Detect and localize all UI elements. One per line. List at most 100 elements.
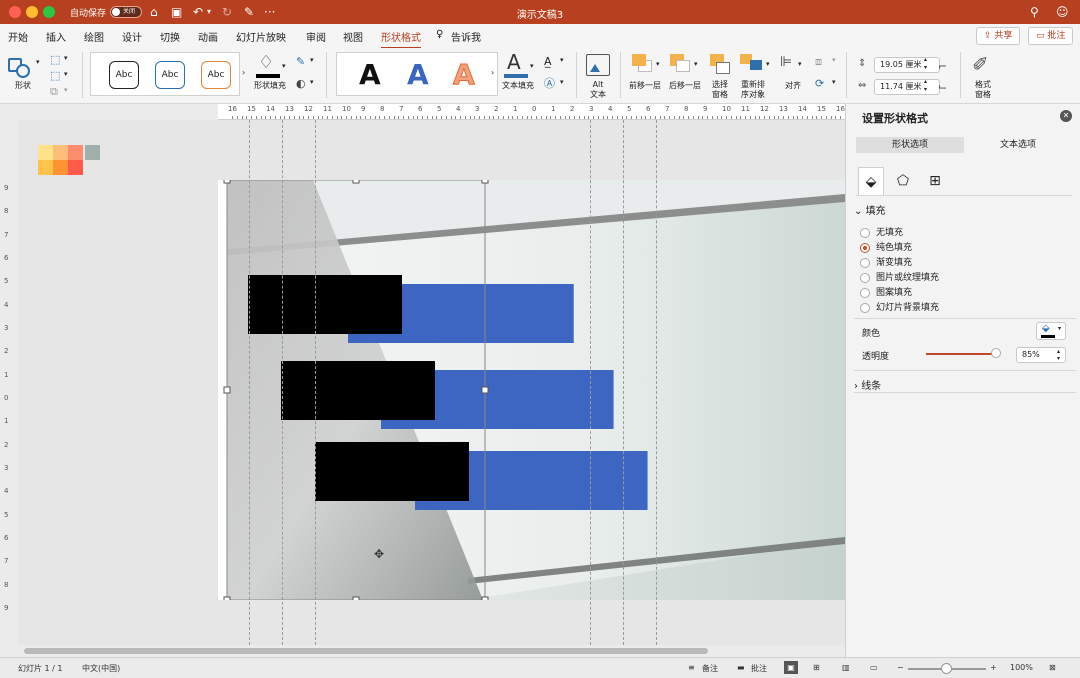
radio-button[interactable] <box>860 302 870 313</box>
selection-pane-icon[interactable] <box>710 54 732 74</box>
tab-slideshow[interactable]: 幻灯片放映 <box>236 29 286 44</box>
merge-shapes-icon[interactable]: ⧉ <box>50 86 58 98</box>
shape-effects-icon[interactable]: ◐ <box>296 78 306 90</box>
slide-sorter-icon[interactable]: ⊞ <box>813 663 820 672</box>
radio-button[interactable] <box>860 272 870 283</box>
slideshow-view-icon[interactable]: ▭ <box>870 663 878 672</box>
text-box-icon[interactable]: ⬚ <box>50 70 60 82</box>
share-button[interactable]: ⇪ 共享 <box>976 27 1021 45</box>
tab-shape-format[interactable]: 形状格式 <box>381 29 421 49</box>
outline-dropdown-icon[interactable]: ▾ <box>310 56 314 64</box>
wordart-style-1[interactable]: A <box>359 59 381 91</box>
text-effects-icon[interactable]: Ⓐ <box>544 78 555 90</box>
tab-text-options[interactable]: 文本选项 <box>964 137 1072 153</box>
black-block-2[interactable] <box>281 361 435 420</box>
tab-draw[interactable]: 绘图 <box>84 29 104 44</box>
width-stepper[interactable]: ▴ ▾ <box>924 78 927 94</box>
shape-style-1[interactable]: Abc <box>109 61 139 89</box>
format-pane-icon[interactable]: ✐ <box>972 52 989 76</box>
send-backward-dropdown-icon[interactable]: ▾ <box>694 60 698 68</box>
fill-option-6[interactable]: 幻灯片背景填充 <box>860 300 939 313</box>
horizontal-scrollbar[interactable] <box>18 645 845 657</box>
black-block-3[interactable] <box>315 442 469 501</box>
language-indicator[interactable]: 中文(中国) <box>82 663 120 674</box>
tab-animations[interactable]: 动画 <box>198 29 218 44</box>
tab-tell-me[interactable]: 告诉我 <box>451 29 481 44</box>
resize-handle-s[interactable] <box>352 596 360 600</box>
radio-button[interactable] <box>860 257 870 268</box>
normal-view-icon[interactable]: ▣ <box>784 661 798 674</box>
shape-fill-dropdown-icon[interactable]: ▾ <box>282 62 286 70</box>
fill-option-3[interactable]: 渐变填充 <box>860 255 912 268</box>
scrollbar-thumb[interactable] <box>24 648 708 654</box>
shape-style-2[interactable]: Abc <box>155 61 185 89</box>
effects-dropdown-icon[interactable]: ▾ <box>310 78 314 86</box>
wordart-style-2[interactable]: A <box>407 59 429 91</box>
transparency-slider[interactable] <box>926 353 996 355</box>
merge-dropdown-icon[interactable]: ▾ <box>64 86 68 94</box>
text-outline-icon[interactable]: A̲ <box>544 56 552 68</box>
tab-shape-options[interactable]: 形状选项 <box>856 137 964 153</box>
comments-icon[interactable]: ▬ <box>737 663 745 672</box>
resize-handle-se[interactable] <box>481 596 489 600</box>
zoom-in-icon[interactable]: + <box>990 663 997 672</box>
account-icon[interactable]: ☺ <box>1056 4 1069 20</box>
line-section-header[interactable]: › 线条 <box>854 377 881 392</box>
resize-handle-sw[interactable] <box>223 596 231 600</box>
fill-section-header[interactable]: ⌄ 填充 <box>854 202 886 217</box>
text-effects-dropdown-icon[interactable]: ▾ <box>560 78 564 86</box>
shape-style-3[interactable]: Abc <box>201 61 231 89</box>
radio-button[interactable] <box>860 287 870 298</box>
resize-handle-n[interactable] <box>352 180 360 184</box>
fill-line-icon[interactable]: ⬙ <box>858 167 884 195</box>
shapes-dropdown-icon[interactable]: ▾ <box>36 58 40 66</box>
bring-forward-dropdown-icon[interactable]: ▾ <box>656 60 660 68</box>
black-block-1[interactable] <box>248 275 402 334</box>
alt-text-label[interactable]: Alt 文本 <box>590 80 606 100</box>
shape-outline-icon[interactable]: ✎ <box>296 56 305 68</box>
height-stepper[interactable]: ▴ ▾ <box>924 56 927 72</box>
tab-view[interactable]: 视图 <box>343 29 363 44</box>
text-fill-dropdown-icon[interactable]: ▾ <box>530 62 534 70</box>
fill-option-5[interactable]: 图案填充 <box>860 285 912 298</box>
edit-shape-dropdown-icon[interactable]: ▾ <box>64 54 68 62</box>
size-properties-icon[interactable]: ⊞ <box>922 167 948 195</box>
notes-icon[interactable]: ≡ <box>688 663 695 672</box>
lock-aspect-icon[interactable]: ⌐ <box>938 60 947 73</box>
tab-review[interactable]: 审阅 <box>306 29 326 44</box>
resize-handle-e[interactable] <box>481 386 489 394</box>
reorder-objects-icon[interactable] <box>740 54 764 74</box>
radio-button[interactable] <box>860 227 870 238</box>
fill-option-2[interactable]: 纯色填充 <box>860 240 912 253</box>
group-dropdown-icon[interactable]: ▾ <box>832 56 836 64</box>
tab-design[interactable]: 设计 <box>122 29 142 44</box>
bring-forward-icon[interactable] <box>632 54 654 74</box>
resize-handle-ne[interactable] <box>481 180 489 184</box>
resize-handle-w[interactable] <box>223 386 231 394</box>
zoom-out-icon[interactable]: − <box>897 663 904 672</box>
align-icon[interactable]: ⊫ <box>780 55 792 69</box>
search-icon[interactable]: ⚲ <box>1030 4 1039 20</box>
text-box-dropdown-icon[interactable]: ▾ <box>64 70 68 78</box>
edit-shape-icon[interactable]: ⬚ <box>50 54 60 66</box>
zoom-slider-knob[interactable] <box>941 663 952 674</box>
wordart-style-3[interactable]: A <box>453 58 476 91</box>
lock-aspect-icon-bottom[interactable]: ⌙ <box>938 80 947 93</box>
width-input[interactable]: 11.74 厘米 <box>874 79 940 95</box>
tab-transitions[interactable]: 切换 <box>160 29 180 44</box>
fill-option-1[interactable]: 无填充 <box>860 225 903 238</box>
rotate-icon[interactable]: ⟳ <box>815 78 824 90</box>
reading-view-icon[interactable]: ▥ <box>842 663 850 672</box>
tab-insert[interactable]: 插入 <box>46 29 66 44</box>
fit-to-window-icon[interactable]: ⊠ <box>1049 663 1056 672</box>
zoom-level[interactable]: 100% <box>1010 663 1033 672</box>
close-icon[interactable]: ✕ <box>1060 110 1072 122</box>
transparency-stepper[interactable]: ▴ ▾ <box>1057 348 1060 362</box>
send-backward-icon[interactable] <box>670 54 692 74</box>
notes-button[interactable]: 备注 <box>702 663 718 674</box>
resize-handle-nw[interactable] <box>223 180 231 184</box>
align-dropdown-icon[interactable]: ▾ <box>798 60 802 68</box>
tab-home[interactable]: 开始 <box>8 29 28 44</box>
height-input[interactable]: 19.05 厘米 <box>874 57 940 73</box>
text-outline-dropdown-icon[interactable]: ▾ <box>560 56 564 64</box>
